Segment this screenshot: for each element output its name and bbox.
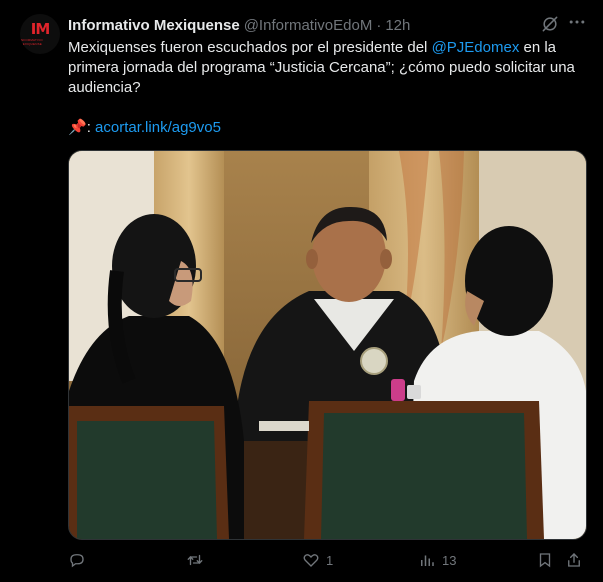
- author-handle[interactable]: @InformativoEdoM: [244, 17, 373, 34]
- grok-icon[interactable]: [540, 14, 560, 34]
- tweet-text: Mexiquenses fueron escuchados por el pre…: [68, 38, 583, 138]
- text-part-1: Mexiquenses fueron escuchados por el pre…: [68, 39, 432, 56]
- tweet-card[interactable]: IM INFORMATIVO MEXIQUENSE Informativo Me…: [0, 0, 603, 582]
- bookmark-button[interactable]: [536, 548, 554, 572]
- link-prefix: :: [86, 119, 96, 136]
- bookmark-icon: [539, 553, 551, 568]
- share-icon: [568, 553, 580, 567]
- short-link[interactable]: acortar.link/ag9vo5: [95, 119, 221, 136]
- views-icon: [421, 555, 434, 566]
- mention-link[interactable]: @PJEdomex: [432, 39, 520, 56]
- avatar[interactable]: IM INFORMATIVO MEXIQUENSE: [20, 14, 60, 54]
- tweet-photo[interactable]: [68, 150, 587, 540]
- timestamp[interactable]: 12h: [385, 17, 410, 34]
- separator-dot: ·: [376, 16, 382, 34]
- avatar-logo-subtitle: INFORMATIVO MEXIQUENSE: [20, 38, 43, 46]
- reply-icon: [70, 554, 84, 568]
- tweet-header: Informativo Mexiquense @InformativoEdoM …: [68, 14, 410, 36]
- views-button[interactable]: 13: [418, 548, 456, 572]
- author-name[interactable]: Informativo Mexiquense: [68, 17, 240, 34]
- pin-emoji: 📌: [68, 119, 87, 136]
- views-count: 13: [442, 552, 457, 568]
- retweet-button[interactable]: [186, 548, 210, 572]
- like-button[interactable]: 1: [302, 548, 333, 572]
- share-button[interactable]: [565, 548, 583, 572]
- avatar-logo: IM: [30, 20, 50, 38]
- retweet-icon: [187, 554, 203, 566]
- like-count: 1: [326, 552, 334, 568]
- like-icon: [303, 554, 319, 567]
- more-icon[interactable]: [566, 12, 588, 34]
- reply-button[interactable]: [68, 548, 92, 572]
- action-bar: 1 13: [68, 548, 585, 572]
